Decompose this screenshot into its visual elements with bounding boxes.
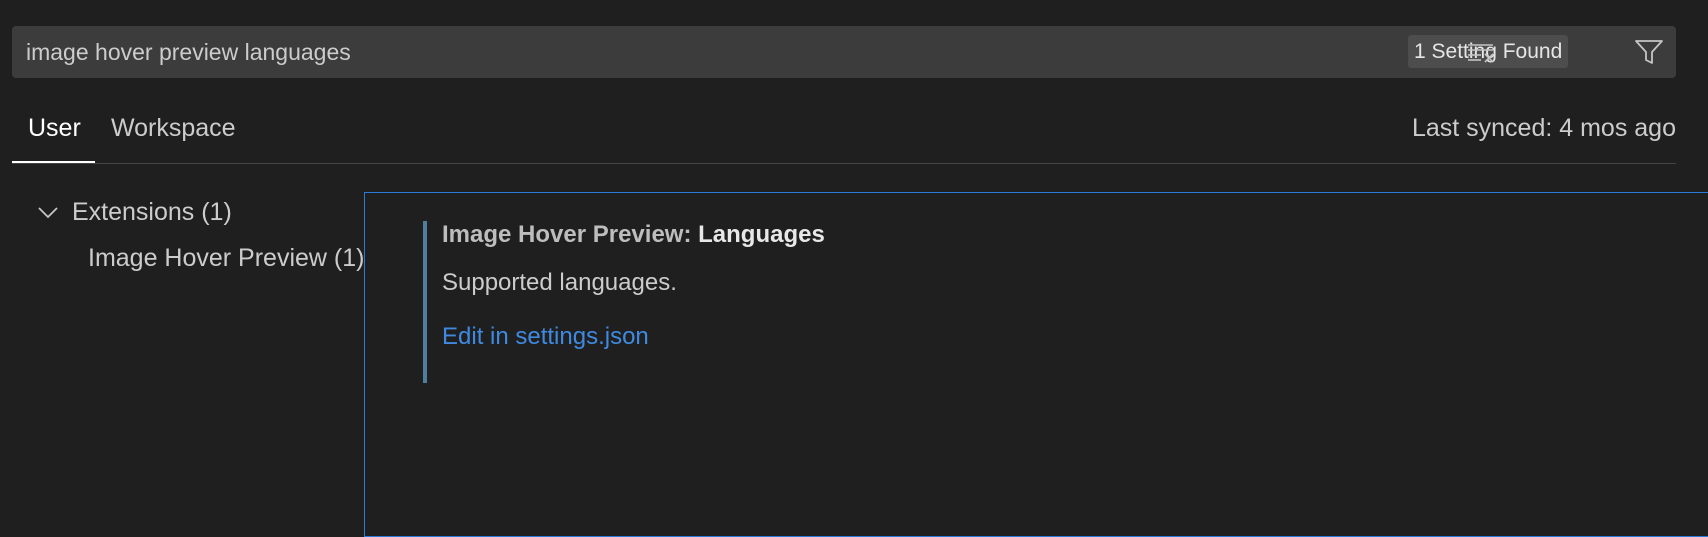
clear-filter-icon[interactable]	[1464, 36, 1498, 68]
chevron-down-icon	[36, 201, 60, 225]
setting-title: Image Hover Preview: Languages	[442, 221, 825, 249]
toc-group-label: Extensions (1)	[72, 198, 232, 226]
sync-status: Last synced: 4 mos ago	[1411, 114, 1676, 142]
setting-key: Languages	[698, 221, 825, 248]
setting-category: Image Hover Preview:	[442, 221, 699, 248]
settings-list-panel: Image Hover Preview: Languages Supported…	[364, 192, 1708, 537]
toc-group-extensions[interactable]: Extensions (1)	[36, 198, 232, 227]
active-tab-indicator	[12, 161, 95, 163]
tab-workspace[interactable]: Workspace	[111, 114, 236, 143]
edit-in-settings-json-link[interactable]: Edit in settings.json	[442, 323, 649, 351]
tab-user[interactable]: User	[28, 114, 81, 143]
setting-image-hover-preview-languages: Image Hover Preview: Languages Supported…	[423, 221, 1323, 383]
settings-scope-tabs: User Workspace Last synced: 4 mos ago	[12, 100, 1676, 164]
filter-icon[interactable]	[1632, 36, 1666, 68]
toc-item-image-hover-preview[interactable]: Image Hover Preview (1)	[88, 244, 364, 273]
settings-search-input[interactable]	[26, 26, 1276, 78]
setting-description: Supported languages.	[442, 269, 677, 296]
settings-search-bar[interactable]: 1 Setting Found	[12, 26, 1676, 78]
